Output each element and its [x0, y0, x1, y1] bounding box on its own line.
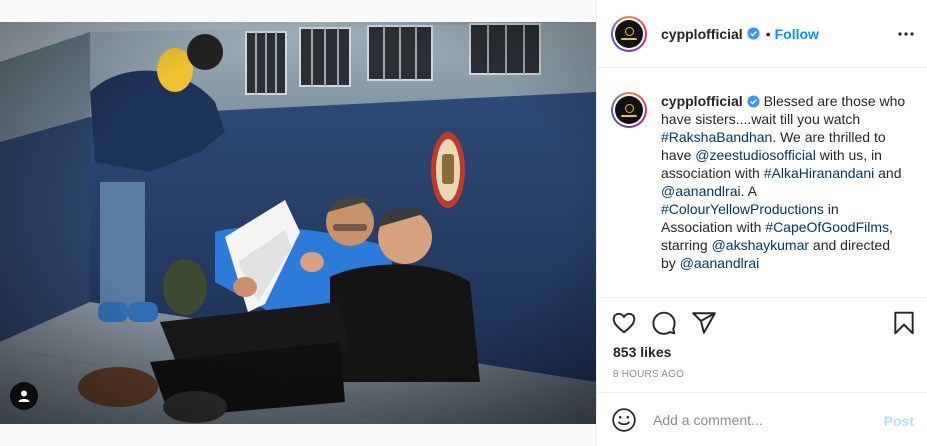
add-comment-bar: Post — [597, 392, 927, 446]
post-photo-image — [0, 22, 596, 424]
caption-text-segment: and — [874, 165, 902, 181]
separator-dot: • — [765, 25, 771, 42]
hashtag-link[interactable]: #RakshaBandhan — [661, 129, 772, 145]
post-caption: cypplofficial Blessed are those who have… — [611, 92, 916, 272]
caption-author-avatar[interactable] — [611, 92, 647, 128]
post-actions — [597, 297, 927, 351]
author-avatar[interactable] — [611, 15, 647, 52]
hashtag-link[interactable]: #AlkaHiranandani — [764, 165, 875, 181]
mention-link[interactable]: @akshaykumar — [712, 237, 809, 253]
user-tag-icon — [18, 390, 30, 402]
save-button[interactable] — [891, 310, 917, 336]
caption-username[interactable]: cypplofficial — [661, 93, 743, 109]
user-tag-button[interactable] — [10, 382, 38, 410]
likes-count[interactable]: 853 likes — [613, 344, 671, 360]
post-header: cypplofficial • Follow — [597, 0, 927, 68]
emoji-button[interactable] — [611, 407, 637, 433]
follow-button[interactable]: Follow — [775, 26, 819, 42]
post-comment-button[interactable]: Post — [884, 413, 914, 429]
verified-badge-icon — [747, 95, 760, 108]
colour-yellow-logo-icon — [615, 19, 643, 48]
colour-yellow-logo-icon — [615, 96, 643, 124]
emoji-smiley-icon — [612, 407, 636, 432]
mention-link[interactable]: @zeestudiosofficial — [695, 147, 816, 163]
post-details-panel: cypplofficial • Follow cypplofficial Ble… — [596, 0, 927, 446]
post-photo[interactable] — [0, 22, 596, 424]
caption-body: Blessed are those who have sisters....wa… — [661, 93, 905, 271]
like-button[interactable] — [611, 310, 637, 336]
hashtag-link[interactable]: #CapeOfGoodFilms — [765, 219, 889, 235]
mention-link[interactable]: @aanandlrai — [680, 255, 760, 271]
bookmark-icon — [894, 311, 914, 335]
caption-text-segment: . A — [740, 183, 757, 199]
verified-badge-icon — [747, 27, 760, 40]
mention-link[interactable]: @aanandlrai — [661, 183, 741, 199]
author-username[interactable]: cypplofficial — [661, 26, 743, 42]
share-button[interactable] — [691, 310, 717, 336]
comment-bubble-icon — [652, 311, 676, 335]
more-options-button[interactable] — [896, 24, 916, 44]
hashtag-link[interactable]: #ColourYellowProductions — [661, 201, 824, 217]
comment-button[interactable] — [651, 310, 677, 336]
post-timestamp[interactable]: 8 HOURS AGO — [613, 369, 684, 380]
more-options-icon — [898, 32, 914, 36]
instagram-post: cypplofficial • Follow cypplofficial Ble… — [0, 0, 927, 446]
paper-plane-icon — [692, 312, 716, 334]
caption-text: cypplofficial Blessed are those who have… — [661, 92, 906, 272]
heart-icon — [612, 312, 636, 334]
comment-input[interactable] — [653, 411, 853, 428]
